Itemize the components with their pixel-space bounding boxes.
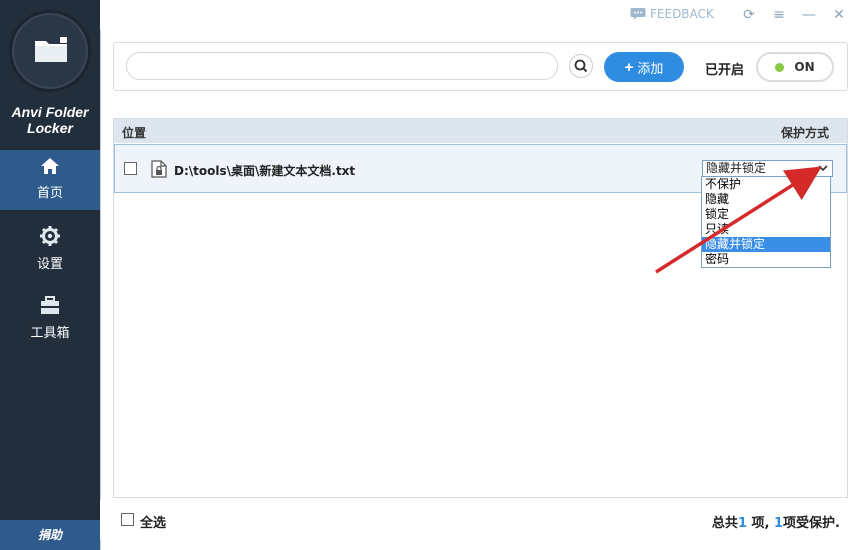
- sidebar-item-label: 工具箱: [30, 326, 70, 341]
- locked-file-icon: [151, 160, 167, 178]
- add-button[interactable]: + 添加: [604, 52, 684, 82]
- app-name: Anvi Folder Locker: [11, 104, 89, 136]
- protection-toggle[interactable]: ON: [756, 52, 834, 82]
- toggle-label: ON: [794, 60, 815, 74]
- row-checkbox[interactable]: [124, 162, 137, 175]
- table-header: 位置 保护方式: [114, 119, 847, 143]
- sidebar-item-home[interactable]: 首页: [0, 150, 100, 210]
- close-button[interactable]: ✕: [830, 6, 848, 24]
- protected-items-table: 位置 保护方式 D:\tools\桌面\新建文本文档.txt 隐藏并锁定: [113, 118, 848, 498]
- menu-button[interactable]: ≡: [770, 6, 788, 24]
- search-button[interactable]: [569, 54, 593, 78]
- chat-bubble-icon: [630, 8, 646, 20]
- divider: [100, 0, 101, 550]
- sidebar-item-label: 首页: [36, 186, 63, 201]
- toolbox-icon: [41, 296, 59, 314]
- dropdown-option-password[interactable]: 密码: [702, 252, 830, 267]
- locked-folder-icon: [35, 37, 67, 62]
- minimize-icon: —: [802, 7, 816, 23]
- menu-icon: ≡: [773, 7, 785, 23]
- dropdown-option-readonly[interactable]: 只读: [702, 222, 830, 237]
- home-icon: [41, 158, 59, 174]
- file-path: D:\tools\桌面\新建文本文档.txt: [174, 164, 356, 178]
- chevron-down-icon: [818, 165, 828, 172]
- sidebar-item-toolbox[interactable]: 工具箱: [0, 290, 100, 350]
- refresh-icon: ⟳: [743, 7, 755, 23]
- close-icon: ✕: [833, 7, 845, 23]
- app-logo: [9, 10, 91, 92]
- dropdown-option-hide[interactable]: 隐藏: [702, 192, 830, 207]
- column-header-location: 位置: [122, 126, 147, 140]
- search-input[interactable]: [126, 52, 558, 80]
- plus-icon: +: [624, 58, 634, 76]
- protected-count: 1: [774, 516, 784, 531]
- sidebar-item-settings[interactable]: 设置: [0, 220, 100, 280]
- gear-icon: [40, 226, 60, 246]
- donate-button[interactable]: 捐助: [0, 520, 100, 550]
- search-icon: [574, 59, 588, 73]
- select-all-checkbox[interactable]: [121, 513, 134, 526]
- protection-select-value: 隐藏并锁定: [706, 161, 767, 175]
- title-bar: FEEDBACK ⟳ ≡ — ✕: [100, 0, 860, 30]
- sidebar: Anvi Folder Locker 首页 设置 工具箱 捐助: [0, 0, 100, 550]
- minimize-button[interactable]: —: [800, 6, 818, 24]
- refresh-button[interactable]: ⟳: [740, 6, 758, 24]
- feedback-label: FEEDBACK: [650, 7, 714, 21]
- dropdown-option-lock[interactable]: 锁定: [702, 207, 830, 222]
- select-all-label: 全选: [140, 516, 167, 531]
- sidebar-item-label: 设置: [36, 257, 63, 272]
- status-dot-icon: [775, 62, 785, 72]
- dropdown-option-hide-and-lock[interactable]: 隐藏并锁定: [702, 237, 830, 252]
- add-label: 添加: [637, 60, 664, 76]
- dropdown-option-none[interactable]: 不保护: [702, 177, 830, 192]
- search-panel: + 添加 已开启 ON: [113, 42, 848, 91]
- protection-select[interactable]: 隐藏并锁定: [702, 160, 833, 177]
- protection-dropdown-list: 不保护 隐藏 锁定 只读 隐藏并锁定 密码: [701, 176, 831, 268]
- footer: 全选 总共1 项, 1项受保护.: [100, 500, 860, 540]
- total-count: 1: [737, 516, 747, 531]
- protection-summary: 总共1 项, 1项受保护.: [711, 516, 840, 531]
- protection-status-label: 已开启: [705, 63, 745, 78]
- column-header-protection: 保护方式: [780, 126, 829, 140]
- feedback-link[interactable]: FEEDBACK: [630, 7, 714, 21]
